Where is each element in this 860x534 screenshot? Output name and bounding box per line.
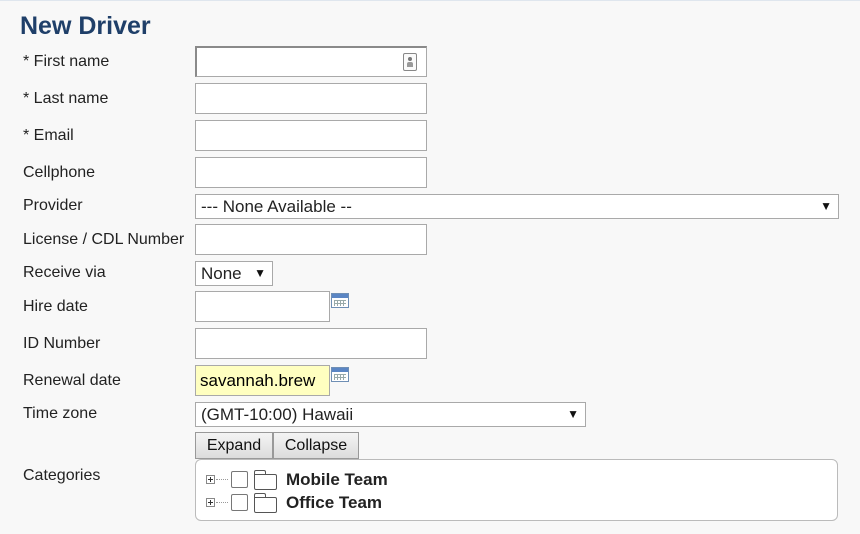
chevron-down-icon: ▼ — [820, 199, 832, 213]
office-team-checkbox[interactable] — [231, 494, 248, 511]
id-number-label: ID Number — [23, 335, 101, 352]
provider-select[interactable]: --- None Available -- ▼ — [195, 194, 839, 219]
expand-button[interactable]: Expand — [195, 432, 273, 459]
id-number-input[interactable] — [195, 328, 427, 359]
categories-label: Categories — [23, 467, 101, 484]
mobile-team-checkbox[interactable] — [231, 471, 248, 488]
license-label: License / CDL Number — [23, 231, 185, 248]
page-title: New Driver — [20, 12, 151, 40]
email-label: * Email — [23, 127, 74, 144]
chevron-down-icon: ▼ — [254, 266, 266, 280]
renewal-date-label: Renewal date — [23, 372, 121, 389]
tree-connector — [216, 502, 228, 504]
receive-via-select[interactable]: None ▼ — [195, 261, 273, 286]
provider-label: Provider — [23, 197, 83, 214]
license-input[interactable] — [195, 224, 427, 255]
renewal-date-input[interactable] — [195, 365, 330, 396]
contact-card-icon[interactable] — [403, 53, 417, 71]
time-zone-selected-value: (GMT-10:00) Hawaii — [201, 405, 354, 424]
receive-via-label: Receive via — [23, 264, 106, 281]
hire-date-label: Hire date — [23, 298, 88, 315]
chevron-down-icon: ▼ — [567, 407, 579, 421]
plus-expander-icon[interactable] — [206, 475, 215, 484]
receive-via-selected-value: None — [201, 264, 242, 283]
time-zone-select[interactable]: (GMT-10:00) Hawaii ▼ — [195, 402, 586, 427]
first-name-label: * First name — [23, 53, 110, 70]
collapse-button[interactable]: Collapse — [273, 432, 359, 459]
cellphone-input[interactable] — [195, 157, 427, 188]
time-zone-label: Time zone — [23, 405, 98, 422]
top-border — [0, 0, 860, 1]
first-name-input[interactable] — [195, 46, 427, 77]
folder-icon — [254, 470, 278, 490]
calendar-icon[interactable] — [331, 293, 349, 308]
provider-selected-value: --- None Available -- — [201, 197, 352, 216]
cellphone-label: Cellphone — [23, 164, 96, 181]
tree-connector — [216, 479, 228, 481]
folder-icon — [254, 493, 278, 513]
hire-date-input[interactable] — [195, 291, 330, 322]
tree-node-label[interactable]: Mobile Team — [286, 470, 388, 490]
last-name-input[interactable] — [195, 83, 427, 114]
plus-expander-icon[interactable] — [206, 498, 215, 507]
last-name-label: * Last name — [23, 90, 109, 107]
email-input[interactable] — [195, 120, 427, 151]
categories-tree: Mobile Team Office Team — [195, 459, 838, 521]
tree-node-label[interactable]: Office Team — [286, 493, 382, 513]
calendar-icon[interactable] — [331, 367, 349, 382]
